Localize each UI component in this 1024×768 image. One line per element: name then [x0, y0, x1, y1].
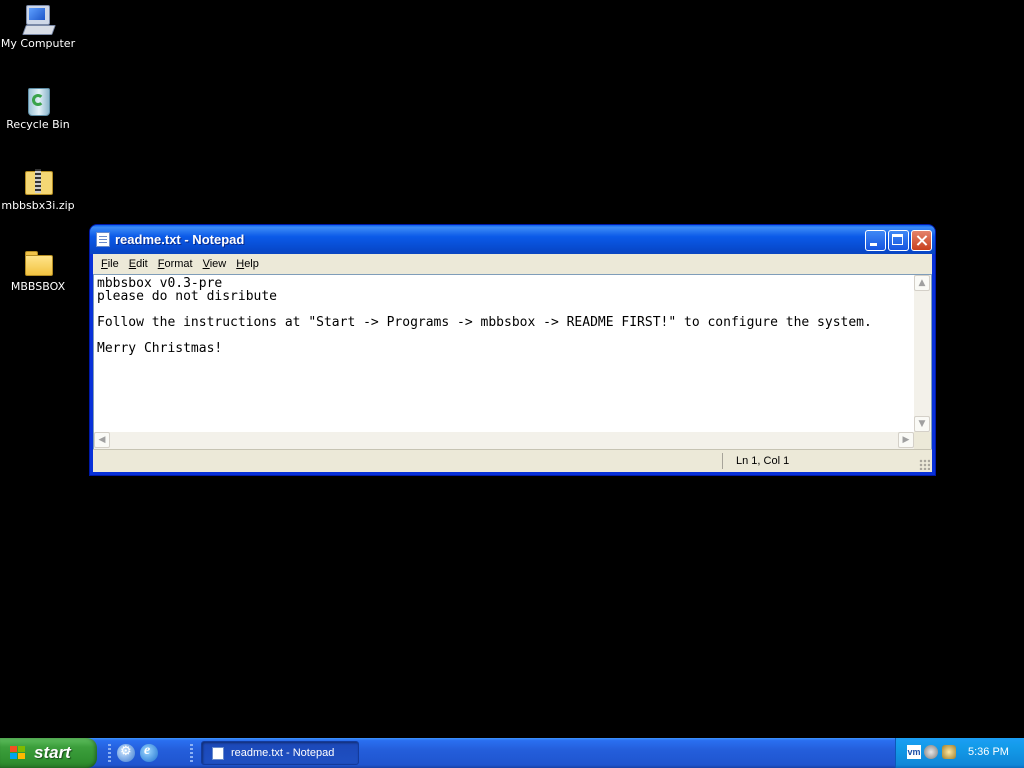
desktop-icon-zip[interactable]: mbbsbx3i.zip [0, 165, 76, 212]
desktop-icon-label: My Computer [0, 37, 76, 50]
status-bar: Ln 1, Col 1 [93, 449, 932, 472]
close-button[interactable] [911, 230, 932, 251]
taskbar-grip[interactable] [190, 744, 193, 762]
system-tray: vm 5:36 PM [895, 738, 1024, 768]
taskbar-button-notepad[interactable]: readme.txt - Notepad [201, 741, 359, 765]
vertical-scrollbar[interactable]: ▲ ▼ [914, 275, 931, 432]
title-bar[interactable]: readme.txt - Notepad [90, 225, 935, 254]
start-label: start [34, 743, 71, 762]
notepad-icon[interactable] [96, 232, 110, 247]
window-client-area: File Edit Format View Help mbbsbox v0.3-… [93, 254, 932, 472]
window-title: readme.txt - Notepad [115, 232, 245, 247]
zip-archive-icon [22, 165, 54, 197]
cursor-position: Ln 1, Col 1 [736, 455, 790, 467]
menu-edit[interactable]: Edit [124, 258, 153, 270]
quick-launch-grip[interactable] [108, 744, 111, 762]
network-icon[interactable] [942, 745, 956, 759]
desktop-icon-recycle-bin[interactable]: Recycle Bin [0, 84, 76, 131]
windows-logo-icon [10, 746, 26, 760]
volume-icon[interactable] [924, 745, 938, 759]
taskbar: start readme.txt - Notepad vm 5:36 PM [0, 738, 1024, 768]
menu-bar: File Edit Format View Help [93, 254, 932, 273]
resize-grip-icon[interactable] [919, 459, 930, 470]
menu-help[interactable]: Help [231, 258, 264, 270]
maximize-button[interactable] [888, 230, 909, 251]
scroll-left-icon[interactable]: ◀ [94, 432, 110, 448]
computer-icon [22, 3, 56, 35]
menu-file[interactable]: File [96, 258, 124, 270]
text-editor[interactable]: mbbsbox v0.3-pre please do not disribute… [93, 274, 932, 450]
desktop-icon-label: MBBSBOX [10, 280, 66, 293]
status-divider [722, 453, 723, 469]
notepad-icon [212, 747, 224, 760]
scroll-down-icon[interactable]: ▼ [914, 416, 930, 432]
taskbar-button-label: readme.txt - Notepad [231, 747, 335, 759]
notepad-window: readme.txt - Notepad File Edit Format Vi… [89, 224, 936, 476]
scroll-right-icon[interactable]: ▶ [898, 432, 914, 448]
recycle-bin-icon [22, 84, 54, 116]
menu-format[interactable]: Format [153, 258, 198, 270]
horizontal-scrollbar[interactable]: ◀ ▶ [94, 432, 914, 449]
vmware-tools-icon[interactable]: vm [907, 745, 921, 759]
media-player-icon[interactable] [117, 744, 135, 762]
clock[interactable]: 5:36 PM [968, 746, 1009, 758]
scroll-up-icon[interactable]: ▲ [914, 275, 930, 291]
desktop-icon-my-computer[interactable]: My Computer [0, 3, 76, 50]
desktop-icon-label: mbbsbx3i.zip [1, 199, 75, 212]
scrollbar-corner [914, 432, 931, 449]
start-button[interactable]: start [0, 738, 97, 768]
desktop-icon-label: Recycle Bin [6, 118, 70, 131]
minimize-button[interactable] [865, 230, 886, 251]
text-content[interactable]: mbbsbox v0.3-pre please do not disribute… [94, 275, 914, 432]
folder-icon [22, 246, 54, 278]
menu-view[interactable]: View [198, 258, 232, 270]
internet-explorer-icon[interactable] [140, 743, 158, 762]
desktop-icon-mbbsbox-folder[interactable]: MBBSBOX [0, 246, 76, 293]
